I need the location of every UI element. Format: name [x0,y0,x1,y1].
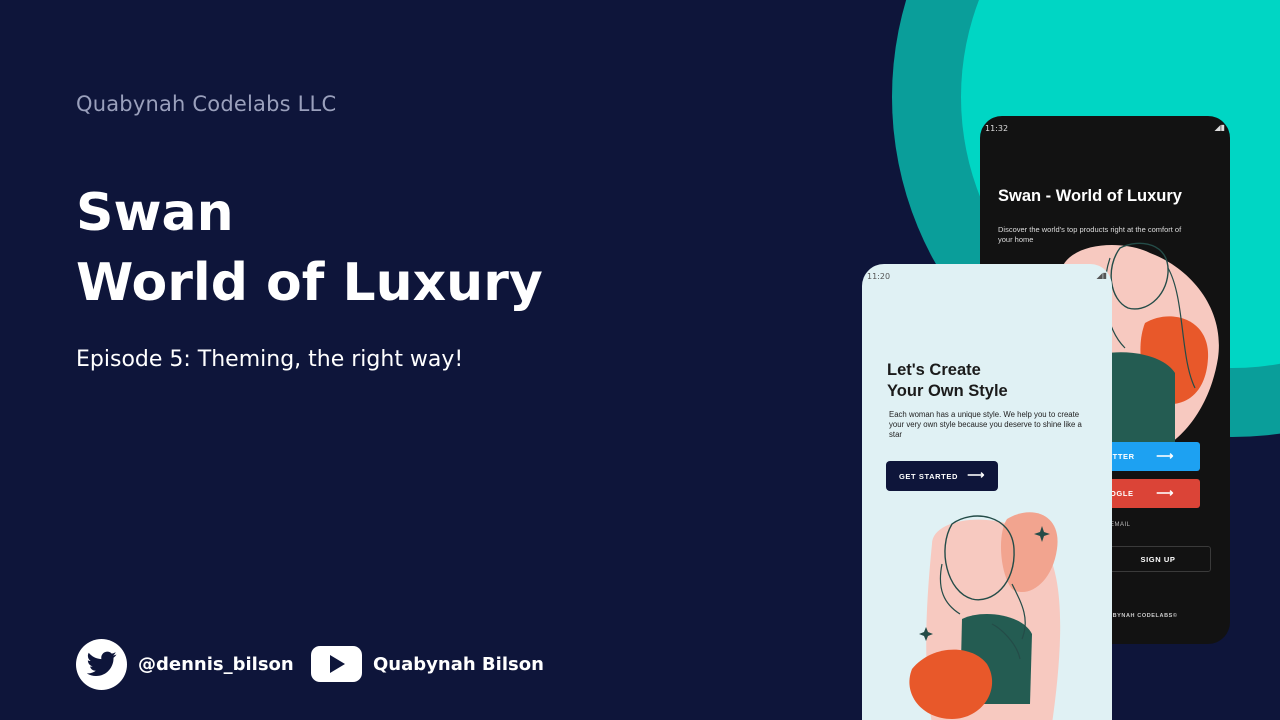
twitter-handle: @dennis_bilson [138,653,294,675]
get-started-button[interactable]: GET STARTED ⟶ [886,461,998,491]
google-button-label: OGLE [1110,489,1134,498]
signup-button[interactable]: SIGN UP [1105,546,1211,572]
email-label: EMAIL [1110,522,1131,528]
page-title: Swan World of Luxury [76,178,543,318]
continue-twitter-button[interactable]: ITTER ⟶ [1100,442,1200,471]
dark-phone-title: Swan - World of Luxury [998,187,1182,205]
continue-google-button[interactable]: OGLE ⟶ [1100,479,1200,508]
arrow-right-icon: ⟶ [1156,449,1174,463]
status-icons: ◢▮ [1096,271,1107,280]
dark-phone-footer: ABYNAH CODELABS© [1108,613,1178,619]
arrow-right-icon: ⟶ [1156,486,1174,500]
light-phone-mockup: 11:20 ◢▮ Let's Create Your Own Style Eac… [862,264,1112,720]
light-title-line-2: Your Own Style [887,382,1008,400]
youtube-icon [311,646,362,682]
title-line-2: World of Luxury [76,253,543,313]
youtube-link[interactable]: Quabynah Bilson [311,639,544,689]
youtube-channel: Quabynah Bilson [373,653,544,675]
episode-subtitle: Episode 5: Theming, the right way! [76,347,464,372]
light-title-line-1: Let's Create [887,361,981,379]
twitter-icon [76,638,127,690]
get-started-label: GET STARTED [899,471,958,481]
light-phone-title: Let's Create Your Own Style [887,360,1008,402]
arrow-right-icon: ⟶ [967,468,985,482]
status-time: 11:32 [985,124,1009,133]
woman-illustration [909,512,1061,720]
twitter-button-label: ITTER [1110,452,1135,461]
status-time: 11:20 [867,272,891,281]
title-line-1: Swan [76,183,234,243]
twitter-link[interactable]: @dennis_bilson [76,638,294,690]
company-name: Quabynah Codelabs LLC [76,92,337,116]
light-phone-description: Each woman has a unique style. We help y… [889,410,1082,439]
status-icons: ◢▮ [1214,123,1225,132]
